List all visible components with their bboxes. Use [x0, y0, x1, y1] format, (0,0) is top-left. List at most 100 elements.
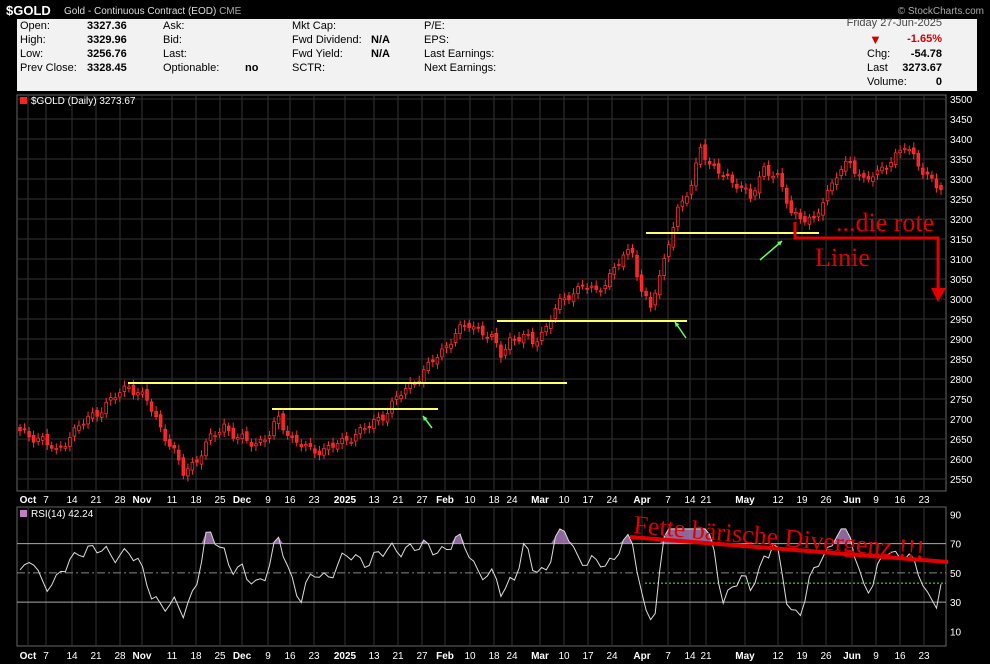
candle	[893, 152, 898, 165]
candle	[789, 200, 794, 213]
candle	[81, 423, 86, 426]
candle	[113, 397, 118, 401]
candle	[108, 397, 113, 401]
candle	[644, 291, 648, 297]
x-tick-label: Apr	[633, 495, 650, 506]
x-tick-label: Oct	[20, 495, 37, 506]
candle	[694, 162, 698, 187]
candle	[322, 447, 326, 456]
x-tick-label: 16	[284, 495, 296, 506]
candle	[748, 188, 753, 199]
candle	[403, 388, 408, 395]
candle	[149, 401, 154, 412]
candle	[453, 333, 458, 343]
candle	[158, 414, 163, 428]
x-tick-label: 9	[873, 651, 879, 662]
candle	[839, 169, 843, 176]
x-tick-label: Jun	[843, 495, 861, 506]
x-tick-label: 26	[820, 495, 832, 506]
candle	[276, 415, 281, 424]
x-tick-label: 12	[772, 495, 784, 506]
candle	[843, 160, 848, 172]
x-tick-label: 14	[66, 495, 78, 506]
candle	[757, 176, 762, 194]
price-tick-label: 3500	[950, 95, 973, 106]
candle	[703, 144, 707, 160]
legend-swatch	[20, 510, 27, 517]
x-tick-label: 23	[918, 651, 930, 662]
candle	[730, 174, 735, 183]
candle	[712, 163, 716, 166]
candle	[236, 437, 240, 440]
x-tick-label: 18	[488, 495, 500, 506]
candle	[18, 426, 22, 431]
price-tick-label: 2850	[950, 355, 973, 366]
candle	[753, 190, 757, 197]
candle	[617, 264, 621, 266]
x-tick-label: May	[735, 651, 755, 662]
x-tick-label: 2025	[334, 495, 357, 506]
price-legend: $GOLD (Daily) 3273.67	[31, 96, 136, 107]
x-tick-label: 2025	[334, 651, 357, 662]
candle	[367, 425, 372, 429]
candle	[685, 195, 689, 204]
x-tick-label: 24	[606, 495, 618, 506]
price-tick-label: 3300	[950, 175, 973, 186]
candle	[444, 345, 449, 349]
price-tick-label: 3250	[950, 195, 973, 206]
candle	[272, 421, 276, 437]
price-tick-label: 3150	[950, 235, 973, 246]
x-tick-label: 21	[392, 495, 404, 506]
candle	[353, 434, 358, 442]
x-tick-label: 14	[684, 651, 696, 662]
gold-chart: 2550260026502700275028002850290029503000…	[16, 94, 973, 662]
candle	[467, 322, 471, 328]
price-tick-label: 3050	[950, 275, 973, 286]
candle	[907, 149, 911, 152]
candle	[862, 173, 866, 178]
candle	[258, 438, 263, 443]
candle	[539, 331, 544, 341]
candle	[866, 176, 871, 180]
candle	[63, 446, 68, 449]
candle	[245, 431, 249, 441]
candle	[340, 437, 344, 445]
candle	[558, 298, 562, 310]
price-tick-label: 2750	[950, 395, 973, 406]
candle	[240, 433, 245, 439]
candle	[77, 425, 81, 431]
candle	[45, 433, 49, 446]
candle	[308, 443, 313, 447]
x-tick-label: 7	[665, 651, 671, 662]
candle	[939, 185, 943, 190]
candle	[626, 249, 630, 255]
candle	[803, 216, 807, 223]
candle	[199, 455, 204, 465]
candle	[99, 412, 104, 418]
candle	[213, 435, 217, 438]
candle	[471, 326, 476, 330]
candle	[22, 428, 27, 431]
x-tick-label: Apr	[633, 651, 650, 662]
candle	[934, 178, 939, 189]
candle	[127, 386, 131, 389]
candle	[816, 212, 821, 218]
candle	[585, 287, 589, 290]
candle	[104, 401, 108, 415]
x-tick-label: Feb	[436, 495, 454, 506]
candle	[290, 435, 294, 438]
candle	[422, 369, 426, 383]
candle	[916, 153, 921, 167]
candle	[821, 202, 825, 216]
price-tick-label: 2600	[950, 455, 973, 466]
candle	[530, 332, 535, 345]
rsi-tick-label: 30	[950, 598, 962, 609]
candle	[385, 413, 390, 423]
candle	[902, 148, 907, 150]
candle	[167, 439, 172, 447]
price-panel	[16, 94, 947, 492]
x-tick-label: 27	[416, 651, 428, 662]
x-tick-label: 11	[167, 495, 178, 506]
candle	[503, 348, 508, 356]
candle	[594, 285, 598, 290]
